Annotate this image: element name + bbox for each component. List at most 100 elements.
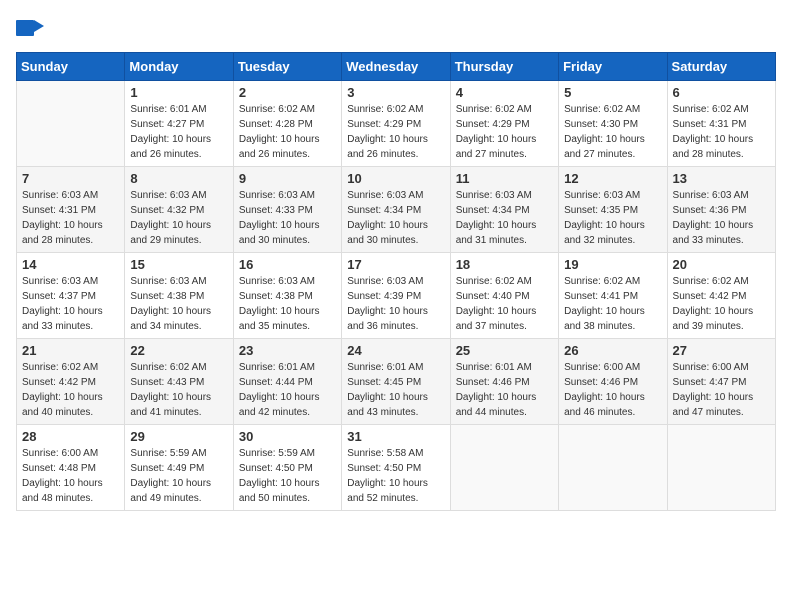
day-number: 13 <box>673 171 770 186</box>
day-number: 11 <box>456 171 553 186</box>
calendar-cell <box>17 81 125 167</box>
day-header-thursday: Thursday <box>450 53 558 81</box>
calendar-cell: 26 Sunrise: 6:00 AMSunset: 4:46 PMDayligh… <box>559 339 667 425</box>
day-number: 18 <box>456 257 553 272</box>
calendar-cell: 7Sunrise: 6:03 AMSunset: 4:31 PMDaylight… <box>17 167 125 253</box>
day-info: Sunrise: 6:03 AMSunset: 4:38 PMDaylight:… <box>130 274 227 334</box>
day-header-monday: Monday <box>125 53 233 81</box>
day-number: 17 <box>347 257 444 272</box>
logo <box>16 16 48 40</box>
day-info: Sunrise: 6:02 AMSunset: 4:29 PMDaylight:… <box>456 102 553 162</box>
calendar-cell: 29 Sunrise: 5:59 AMSunset: 4:49 PMDayligh… <box>125 425 233 511</box>
day-info: Sunrise: 6:00 AMSunset: 4:47 PMDaylight:… <box>673 360 770 420</box>
calendar-cell: 25 Sunrise: 6:01 AMSunset: 4:46 PMDayligh… <box>450 339 558 425</box>
day-number: 24 <box>347 343 444 358</box>
day-number: 23 <box>239 343 336 358</box>
day-number: 29 <box>130 429 227 444</box>
calendar-table: SundayMondayTuesdayWednesdayThursdayFrid… <box>16 52 776 511</box>
day-number: 30 <box>239 429 336 444</box>
calendar-week-row: 7Sunrise: 6:03 AMSunset: 4:31 PMDaylight… <box>17 167 776 253</box>
calendar-cell: 30 Sunrise: 5:59 AMSunset: 4:50 PMDayligh… <box>233 425 341 511</box>
day-info: Sunrise: 6:01 AMSunset: 4:27 PMDaylight:… <box>130 102 227 162</box>
calendar-cell: 31 Sunrise: 5:58 AMSunset: 4:50 PMDayligh… <box>342 425 450 511</box>
calendar-cell: 27 Sunrise: 6:00 AMSunset: 4:47 PMDayligh… <box>667 339 775 425</box>
calendar-cell: 11Sunrise: 6:03 AMSunset: 4:34 PMDayligh… <box>450 167 558 253</box>
day-number: 20 <box>673 257 770 272</box>
day-number: 10 <box>347 171 444 186</box>
day-info: Sunrise: 5:59 AMSunset: 4:50 PMDaylight:… <box>239 446 336 506</box>
calendar-cell <box>450 425 558 511</box>
day-info: Sunrise: 6:02 AMSunset: 4:42 PMDaylight:… <box>22 360 119 420</box>
calendar-cell: 15 Sunrise: 6:03 AMSunset: 4:38 PMDayligh… <box>125 253 233 339</box>
day-info: Sunrise: 6:03 AMSunset: 4:38 PMDaylight:… <box>239 274 336 334</box>
day-info: Sunrise: 6:01 AMSunset: 4:45 PMDaylight:… <box>347 360 444 420</box>
day-number: 28 <box>22 429 119 444</box>
page-header <box>16 16 776 40</box>
day-info: Sunrise: 6:03 AMSunset: 4:39 PMDaylight:… <box>347 274 444 334</box>
calendar-cell: 13Sunrise: 6:03 AMSunset: 4:36 PMDayligh… <box>667 167 775 253</box>
day-number: 22 <box>130 343 227 358</box>
calendar-cell: 12Sunrise: 6:03 AMSunset: 4:35 PMDayligh… <box>559 167 667 253</box>
calendar-cell: 28 Sunrise: 6:00 AMSunset: 4:48 PMDayligh… <box>17 425 125 511</box>
logo-icon <box>16 16 44 40</box>
day-header-sunday: Sunday <box>17 53 125 81</box>
calendar-cell: 5Sunrise: 6:02 AMSunset: 4:30 PMDaylight… <box>559 81 667 167</box>
day-header-friday: Friday <box>559 53 667 81</box>
day-info: Sunrise: 6:02 AMSunset: 4:41 PMDaylight:… <box>564 274 661 334</box>
day-number: 21 <box>22 343 119 358</box>
day-info: Sunrise: 6:01 AMSunset: 4:46 PMDaylight:… <box>456 360 553 420</box>
day-info: Sunrise: 6:03 AMSunset: 4:37 PMDaylight:… <box>22 274 119 334</box>
day-number: 31 <box>347 429 444 444</box>
day-number: 15 <box>130 257 227 272</box>
day-number: 14 <box>22 257 119 272</box>
day-info: Sunrise: 6:03 AMSunset: 4:33 PMDaylight:… <box>239 188 336 248</box>
calendar-cell: 21 Sunrise: 6:02 AMSunset: 4:42 PMDayligh… <box>17 339 125 425</box>
calendar-cell: 8 Sunrise: 6:03 AMSunset: 4:32 PMDaylight… <box>125 167 233 253</box>
calendar-cell: 2 Sunrise: 6:02 AMSunset: 4:28 PMDaylight… <box>233 81 341 167</box>
day-number: 4 <box>456 85 553 100</box>
day-number: 27 <box>673 343 770 358</box>
day-number: 26 <box>564 343 661 358</box>
calendar-cell <box>559 425 667 511</box>
day-info: Sunrise: 6:00 AMSunset: 4:48 PMDaylight:… <box>22 446 119 506</box>
calendar-cell: 3Sunrise: 6:02 AMSunset: 4:29 PMDaylight… <box>342 81 450 167</box>
calendar-cell: 14 Sunrise: 6:03 AMSunset: 4:37 PMDayligh… <box>17 253 125 339</box>
day-number: 19 <box>564 257 661 272</box>
calendar-cell: 23 Sunrise: 6:01 AMSunset: 4:44 PMDayligh… <box>233 339 341 425</box>
day-header-tuesday: Tuesday <box>233 53 341 81</box>
calendar-cell: 22 Sunrise: 6:02 AMSunset: 4:43 PMDayligh… <box>125 339 233 425</box>
day-number: 12 <box>564 171 661 186</box>
day-info: Sunrise: 6:03 AMSunset: 4:34 PMDaylight:… <box>347 188 444 248</box>
day-number: 6 <box>673 85 770 100</box>
calendar-week-row: 21 Sunrise: 6:02 AMSunset: 4:42 PMDayligh… <box>17 339 776 425</box>
day-info: Sunrise: 5:59 AMSunset: 4:49 PMDaylight:… <box>130 446 227 506</box>
calendar-week-row: 1 Sunrise: 6:01 AMSunset: 4:27 PMDaylight… <box>17 81 776 167</box>
day-number: 7 <box>22 171 119 186</box>
calendar-week-row: 14 Sunrise: 6:03 AMSunset: 4:37 PMDayligh… <box>17 253 776 339</box>
day-info: Sunrise: 6:02 AMSunset: 4:28 PMDaylight:… <box>239 102 336 162</box>
calendar-cell: 9 Sunrise: 6:03 AMSunset: 4:33 PMDaylight… <box>233 167 341 253</box>
day-number: 5 <box>564 85 661 100</box>
day-info: Sunrise: 6:03 AMSunset: 4:32 PMDaylight:… <box>130 188 227 248</box>
calendar-cell: 6Sunrise: 6:02 AMSunset: 4:31 PMDaylight… <box>667 81 775 167</box>
day-header-saturday: Saturday <box>667 53 775 81</box>
calendar-cell: 10 Sunrise: 6:03 AMSunset: 4:34 PMDayligh… <box>342 167 450 253</box>
calendar-cell <box>667 425 775 511</box>
day-info: Sunrise: 6:00 AMSunset: 4:46 PMDaylight:… <box>564 360 661 420</box>
day-info: Sunrise: 6:01 AMSunset: 4:44 PMDaylight:… <box>239 360 336 420</box>
day-info: Sunrise: 6:02 AMSunset: 4:29 PMDaylight:… <box>347 102 444 162</box>
day-number: 9 <box>239 171 336 186</box>
day-number: 8 <box>130 171 227 186</box>
day-header-wednesday: Wednesday <box>342 53 450 81</box>
day-number: 2 <box>239 85 336 100</box>
calendar-cell: 17 Sunrise: 6:03 AMSunset: 4:39 PMDayligh… <box>342 253 450 339</box>
day-number: 1 <box>130 85 227 100</box>
calendar-cell: 24 Sunrise: 6:01 AMSunset: 4:45 PMDayligh… <box>342 339 450 425</box>
day-info: Sunrise: 6:02 AMSunset: 4:42 PMDaylight:… <box>673 274 770 334</box>
day-number: 16 <box>239 257 336 272</box>
day-info: Sunrise: 5:58 AMSunset: 4:50 PMDaylight:… <box>347 446 444 506</box>
day-info: Sunrise: 6:02 AMSunset: 4:43 PMDaylight:… <box>130 360 227 420</box>
calendar-cell: 4 Sunrise: 6:02 AMSunset: 4:29 PMDaylight… <box>450 81 558 167</box>
calendar-cell: 19 Sunrise: 6:02 AMSunset: 4:41 PMDayligh… <box>559 253 667 339</box>
day-number: 25 <box>456 343 553 358</box>
